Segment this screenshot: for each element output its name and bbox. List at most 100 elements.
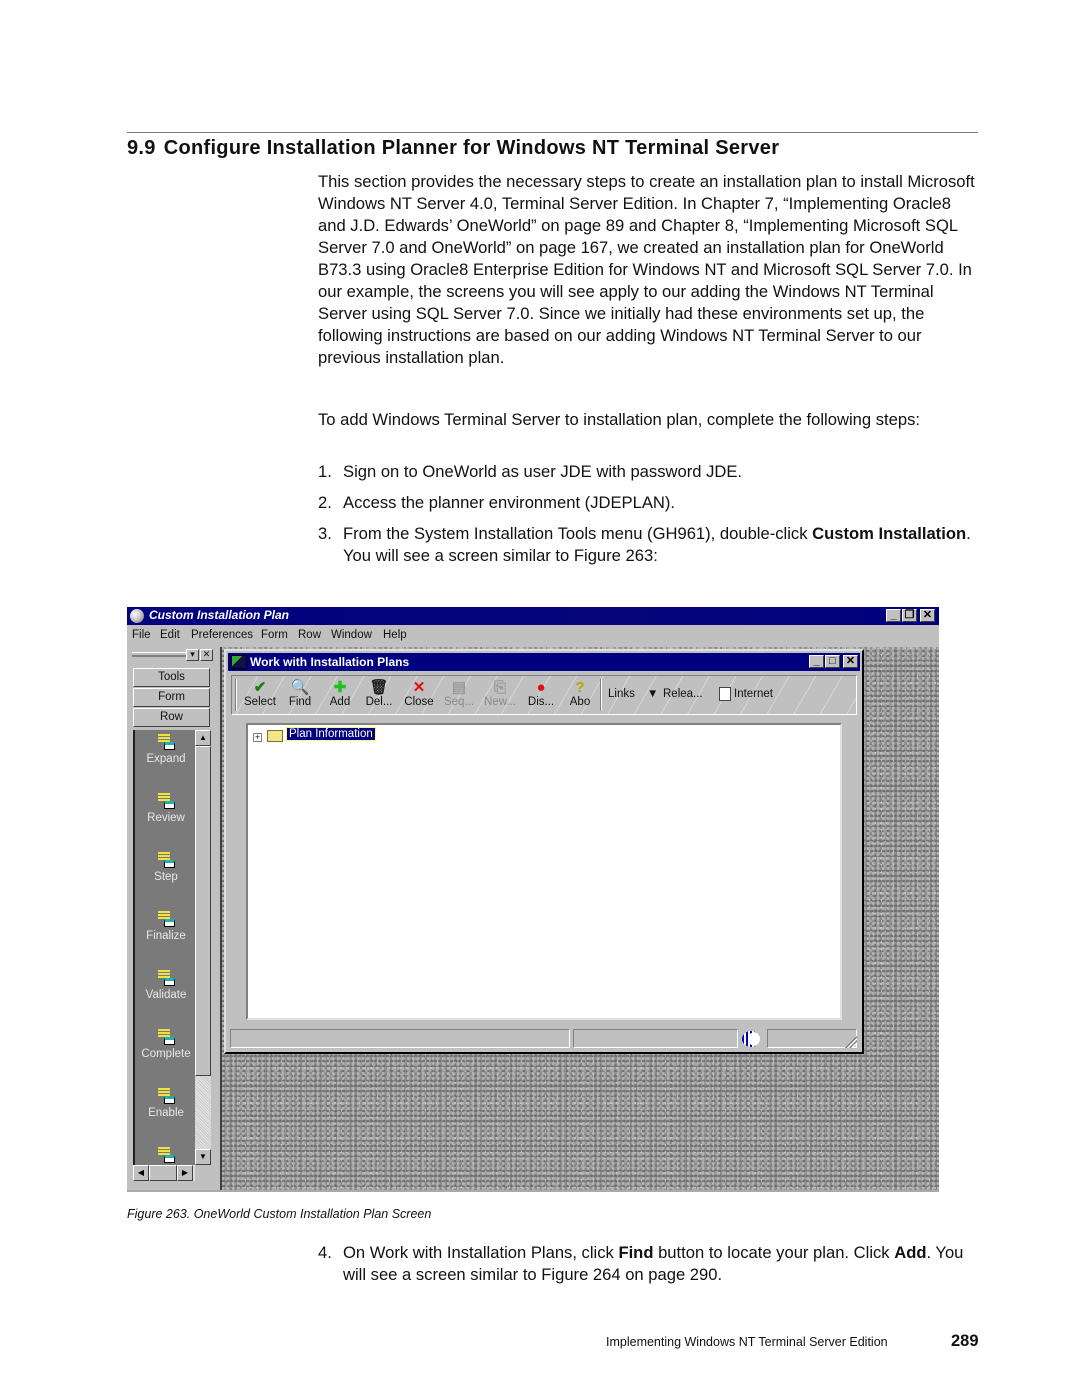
toolbar-del-button[interactable]: 🗑 Del... xyxy=(362,679,396,713)
palette-horizontal-scrollbar[interactable]: ◀ ▶ xyxy=(133,1165,195,1181)
menu-edit[interactable]: Edit xyxy=(160,629,180,641)
palette-item-complete[interactable]: Complete xyxy=(135,1025,197,1080)
status-bar xyxy=(230,1029,858,1049)
plan-tree-view[interactable]: + Plan Information xyxy=(246,723,842,1020)
step-1: 1. Sign on to OneWorld as user JDE with … xyxy=(318,461,978,483)
step-3: 3. From the System Installation Tools me… xyxy=(318,523,978,567)
new-icon: ⎘ xyxy=(493,679,506,696)
internet-page-icon xyxy=(719,687,731,701)
scroll-right-arrow-icon[interactable]: ▶ xyxy=(177,1165,193,1181)
toolbar-new-button[interactable]: ⎘ New... xyxy=(482,679,518,713)
tab-row[interactable]: Row xyxy=(133,708,210,727)
toolbar-dis-button[interactable]: ● Dis... xyxy=(524,679,558,713)
footer-text: Implementing Windows NT Terminal Server … xyxy=(606,1335,888,1349)
toolbar-select-button[interactable]: ✔ Select xyxy=(240,679,280,713)
menu-form[interactable]: Form xyxy=(261,629,288,641)
form-icon xyxy=(231,655,247,669)
expand-plus-icon[interactable]: + xyxy=(253,733,262,742)
close-icon: ✕ xyxy=(412,679,426,696)
app-titlebar: Custom Installation Plan _ ❐ ✕ xyxy=(127,607,939,625)
step-text: Access the planner environment (JDEPLAN)… xyxy=(343,493,676,512)
add-icon: ✚ xyxy=(333,679,347,696)
exit-item-icon xyxy=(156,734,176,750)
palette-vertical-scrollbar[interactable]: ▲ ▼ xyxy=(195,730,211,1165)
resize-grip-icon[interactable] xyxy=(845,1036,857,1048)
scroll-down-arrow-icon[interactable]: ▼ xyxy=(195,1149,211,1165)
form-toolbar: ✔ Select 🔍 Find ✚ Add 🗑 Del... ✕ Close ▤ Seq... ⎘ New… xyxy=(231,675,857,715)
bold-term: Find xyxy=(618,1243,654,1262)
status-cell xyxy=(230,1029,570,1048)
hscroll-thumb[interactable] xyxy=(149,1165,177,1181)
scroll-left-arrow-icon[interactable]: ◀ xyxy=(133,1165,149,1181)
step-text: Sign on to OneWorld as user JDE with pas… xyxy=(343,462,743,481)
bold-term: Custom Installation xyxy=(812,524,967,543)
tab-form[interactable]: Form xyxy=(133,688,210,707)
palette-item-enable[interactable]: Enable xyxy=(135,1084,197,1139)
status-cell xyxy=(573,1029,738,1048)
exit-item-icon xyxy=(156,1088,176,1104)
palette-dropdown-button[interactable]: ▾ xyxy=(186,649,199,661)
toolbar-label: Del... xyxy=(365,696,393,708)
toolbar-label: Close xyxy=(404,696,434,708)
menu-window[interactable]: Window xyxy=(331,629,372,641)
tree-node-plan-information[interactable]: Plan Information xyxy=(286,727,376,741)
toolbar-add-button[interactable]: ✚ Add xyxy=(324,679,356,713)
menu-row[interactable]: Row xyxy=(298,629,321,641)
scroll-thumb[interactable] xyxy=(195,746,211,1076)
abo-icon: ? xyxy=(575,679,585,696)
inner-minimize-button[interactable]: _ xyxy=(809,655,824,668)
toolbar-label: Dis... xyxy=(527,696,555,708)
figure-caption: Figure 263. OneWorld Custom Installation… xyxy=(127,1207,432,1221)
status-cell xyxy=(767,1029,857,1048)
internet-link[interactable]: Internet xyxy=(734,688,773,700)
close-button[interactable]: ✕ xyxy=(920,609,935,622)
release-dropdown-arrow-icon[interactable]: ▼ xyxy=(647,688,658,700)
palette-item-expand[interactable]: Expand xyxy=(135,730,197,785)
find-icon: 🔍 xyxy=(290,679,310,696)
app-globe-icon xyxy=(130,609,144,623)
scroll-up-arrow-icon[interactable]: ▲ xyxy=(195,730,211,746)
palette-close-button[interactable]: ✕ xyxy=(200,649,213,661)
toolbar-label: New... xyxy=(484,696,516,708)
palette-item-pane: Expand Review Step Finalize Validate Com… xyxy=(133,730,195,1180)
app-title: Custom Installation Plan xyxy=(149,608,290,622)
menu-preferences[interactable]: Preferences xyxy=(191,629,253,641)
inner-close-button[interactable]: ✕ xyxy=(843,655,858,668)
inner-titlebar: Work with Installation Plans _ □ ✕ xyxy=(228,653,860,671)
select-icon: ✔ xyxy=(253,679,267,696)
menu-bar: File Edit Preferences Form Row Window He… xyxy=(127,626,939,645)
work-with-plans-window: Work with Installation Plans _ □ ✕ ✔ Sele… xyxy=(224,649,864,1054)
palette-item-review[interactable]: Review xyxy=(135,789,197,844)
del-icon: 🗑 xyxy=(369,679,389,696)
exit-item-icon xyxy=(156,1147,176,1163)
section-title: Configure Installation Planner for Windo… xyxy=(163,137,780,159)
tab-tools[interactable]: Tools xyxy=(133,668,210,687)
minimize-button[interactable]: _ xyxy=(886,609,901,622)
exit-item-icon xyxy=(156,1029,176,1045)
exit-item-icon xyxy=(156,852,176,868)
palette-item-step[interactable]: Step xyxy=(135,848,197,903)
figure-screenshot: Custom Installation Plan _ ❐ ✕ File Edit… xyxy=(127,607,939,1192)
dis-icon: ● xyxy=(536,679,546,696)
inner-maximize-button[interactable]: □ xyxy=(825,655,840,668)
toolbar-seq-button[interactable]: ▤ Seq... xyxy=(442,679,476,713)
palette-item-validate[interactable]: Validate xyxy=(135,966,197,1021)
restore-button[interactable]: ❐ xyxy=(902,609,917,622)
release-menu[interactable]: Relea... xyxy=(663,688,703,700)
menu-file[interactable]: File xyxy=(132,629,151,641)
toolbar-close-button[interactable]: ✕ Close xyxy=(400,679,438,713)
links-menu[interactable]: Links xyxy=(608,688,635,700)
step-text: On Work with Installation Plans, click F… xyxy=(343,1243,964,1284)
toolbar-abo-button[interactable]: ? Abo xyxy=(566,679,594,713)
page-number: 289 xyxy=(951,1332,979,1350)
exit-item-icon xyxy=(156,793,176,809)
toolbar-label: Add xyxy=(329,696,351,708)
menu-help[interactable]: Help xyxy=(383,629,407,641)
step-number: 4. xyxy=(318,1243,332,1262)
toolbar-find-button[interactable]: 🔍 Find xyxy=(284,679,316,713)
palette-item-finalize[interactable]: Finalize xyxy=(135,907,197,962)
toolbar-label: Abo xyxy=(569,696,591,708)
globe-status-icon xyxy=(742,1031,760,1047)
section-rule xyxy=(127,132,978,133)
step-4: 4. On Work with Installation Plans, clic… xyxy=(318,1242,978,1286)
